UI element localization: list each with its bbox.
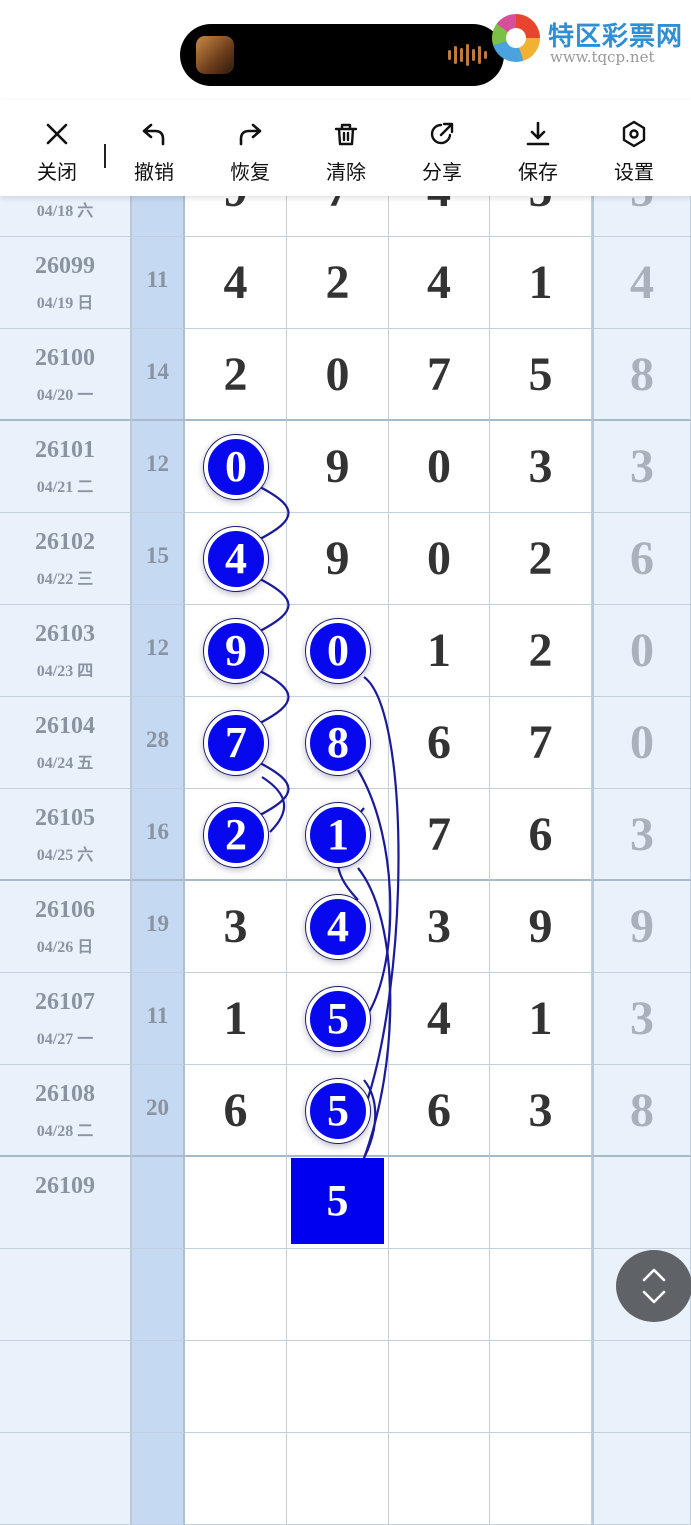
chevron-up-down-icon [642,1268,666,1304]
connector-line [259,670,290,724]
save-icon [526,121,550,146]
prediction-cell[interactable]: 5 [291,1158,384,1244]
connector-line [259,486,290,540]
redo-label: 恢复 [230,160,270,184]
undo-button[interactable]: 撤销 [106,100,202,196]
undo-icon [142,123,165,146]
settings-button[interactable]: 设置 [586,100,682,196]
share-button[interactable]: 分享 [394,100,490,196]
close-label: 关闭 [37,160,77,184]
clear-button[interactable]: 清除 [298,100,394,196]
trend-lines [259,486,400,1159]
connector-line [357,867,392,1159]
connector-line [261,776,286,833]
save-button[interactable]: 保存 [490,100,586,196]
redo-button[interactable]: 恢复 [202,100,298,196]
save-label: 保存 [518,160,558,184]
scroll-toggle-button[interactable] [616,1250,691,1322]
status-bar: 特区彩票网 www.tqcp.net [0,0,691,100]
clear-label: 清除 [326,160,366,184]
undo-label: 撤销 [134,160,174,184]
redo-icon [239,123,262,146]
clear-icon [334,123,358,146]
close-button[interactable]: 关闭 [9,100,105,196]
toolbar-divider [104,144,106,168]
site-logo: 特区彩票网 www.tqcp.net [492,10,691,66]
logo-url: www.tqcp.net [550,48,655,66]
media-thumbnail [196,36,234,74]
settings-label: 设置 [614,160,654,184]
share-icon [430,122,454,145]
close-icon [46,123,68,145]
dynamic-island [180,24,504,86]
share-label: 分享 [422,160,462,184]
connector-line [362,676,400,1111]
connector-line [259,578,290,632]
logo-swirl-icon [492,14,540,62]
audio-wave-icon [448,44,488,66]
connector-line [336,807,365,901]
settings-icon [622,120,646,148]
